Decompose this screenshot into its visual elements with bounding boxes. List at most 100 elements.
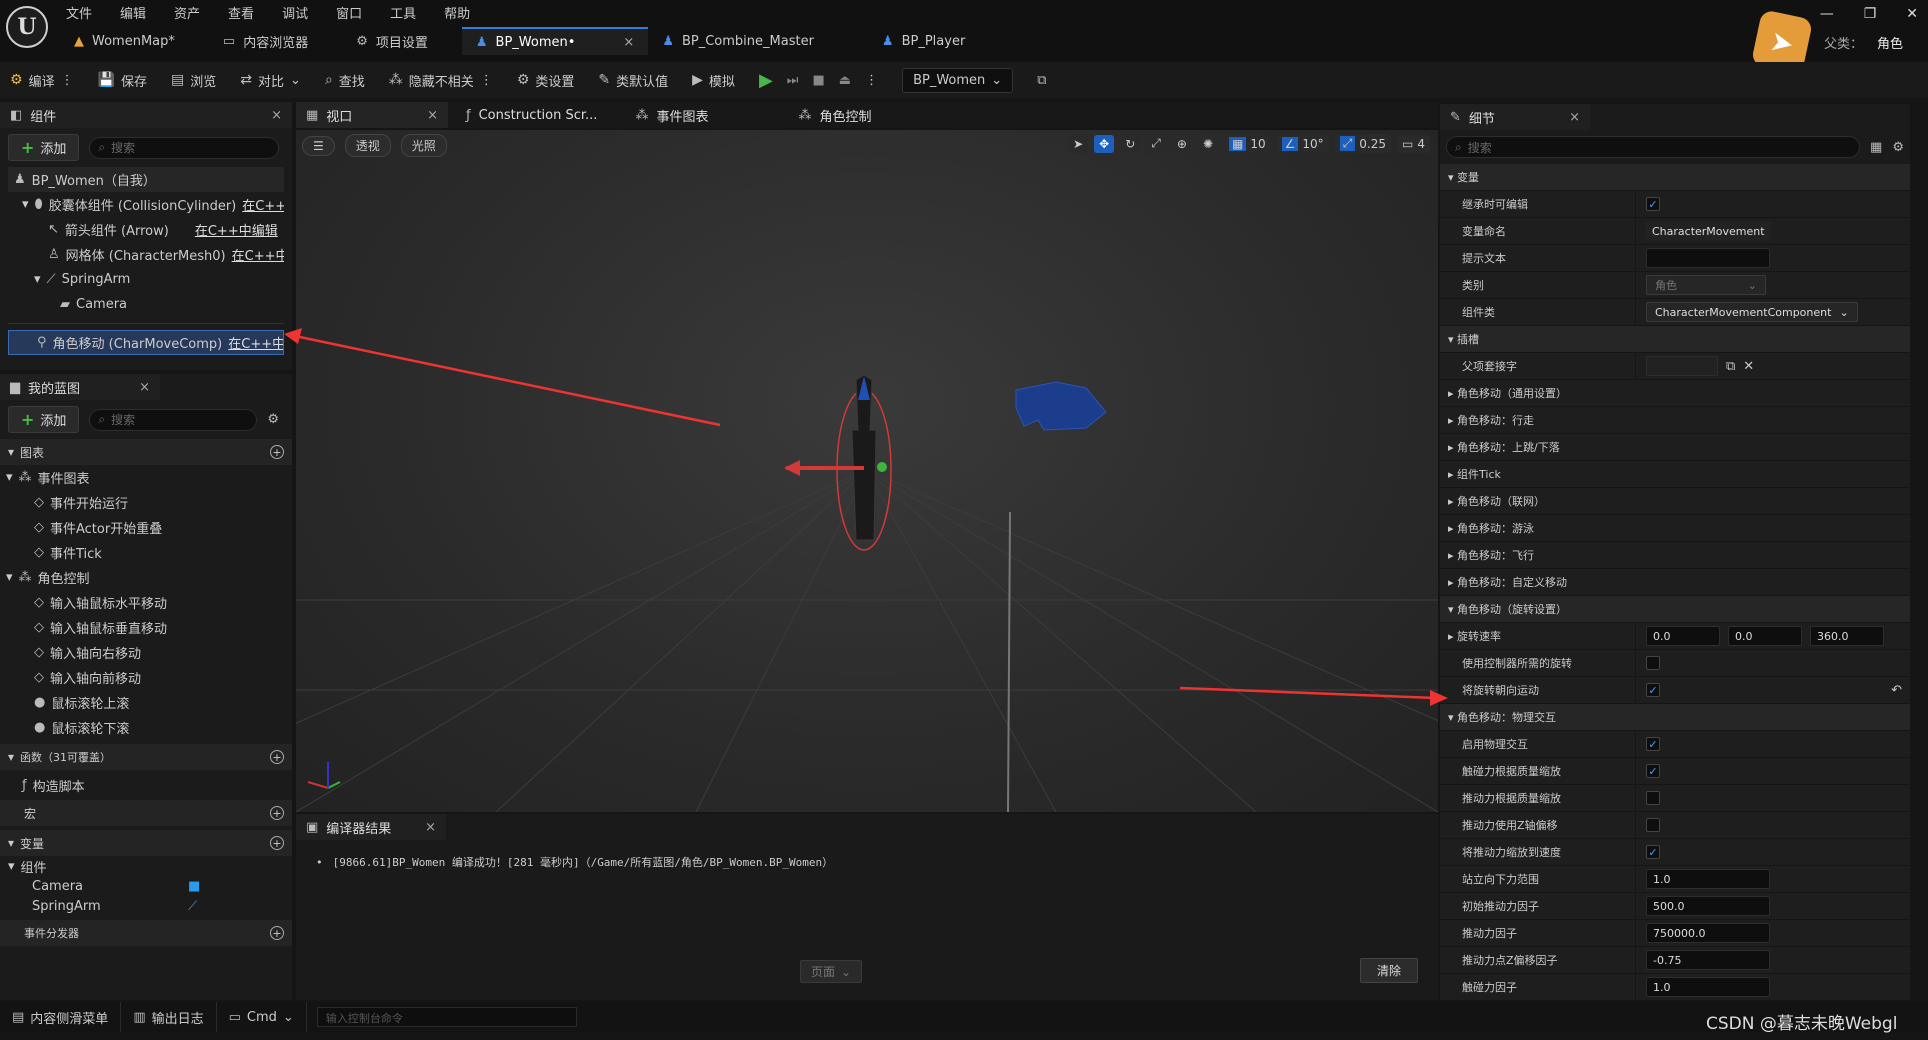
- close-icon[interactable]: ×: [623, 35, 634, 50]
- save-button[interactable]: 💾 保存: [98, 71, 147, 90]
- tab-event-graph[interactable]: ⁂ 事件图表: [625, 102, 718, 128]
- vector-component-input[interactable]: 360.0: [1810, 626, 1884, 646]
- event-item[interactable]: ◇ 事件Actor开始重叠: [6, 515, 286, 540]
- browse-socket-icon[interactable]: ⧉: [1726, 359, 1735, 374]
- select-tool-icon[interactable]: ➤: [1068, 134, 1089, 153]
- more-icon[interactable]: ⋮: [61, 73, 74, 88]
- diff-button[interactable]: ⇄ 对比 ⌄: [240, 71, 301, 90]
- my-blueprint-tab[interactable]: ▆ 我的蓝图 ×: [0, 374, 160, 400]
- details-subcategory[interactable]: ▸ 角色移动（通用设置）: [1440, 380, 1910, 407]
- collapse-icon[interactable]: ▾: [22, 197, 29, 212]
- collapse-icon[interactable]: ▾: [1448, 333, 1457, 346]
- hide-unrelated-button[interactable]: ⁂ 隐藏不相关 ⋮: [389, 71, 493, 90]
- close-icon[interactable]: ×: [427, 108, 438, 123]
- my-blueprint-search-input[interactable]: ⌕ 搜索: [89, 408, 258, 431]
- details-subcategory[interactable]: ▸ 角色移动：上跳/下落: [1440, 434, 1910, 461]
- table-view-icon[interactable]: ▦: [1870, 140, 1882, 155]
- input-event-item[interactable]: ● 鼠标滚轮上滚: [6, 690, 286, 715]
- translate-tool-icon[interactable]: ✥: [1094, 134, 1115, 153]
- restore-icon[interactable]: ❐: [1864, 6, 1877, 22]
- world-space-icon[interactable]: ⊕: [1171, 134, 1192, 153]
- input-event-item[interactable]: ◇ 输入轴鼠标水平移动: [6, 590, 286, 615]
- property-input[interactable]: 1.0: [1646, 977, 1770, 997]
- doc-tab-bp-women[interactable]: ♟ BP_Women• ×: [461, 27, 649, 55]
- details-category[interactable]: ▾ 变量: [1440, 164, 1910, 191]
- component-springarm[interactable]: ▾ ⟋ SpringArm: [8, 267, 284, 292]
- expand-icon[interactable]: ▸: [1448, 414, 1457, 427]
- edit-in-cpp-link[interactable]: 在C++中编: [228, 333, 283, 352]
- doc-tab-bp-combine-master[interactable]: ♟ BP_Combine_Master: [648, 27, 828, 55]
- component-arrow[interactable]: ↖ 箭头组件 (Arrow) 在C++中编辑: [8, 217, 284, 242]
- details-subcategory[interactable]: ▸ 角色移动：自定义移动: [1440, 569, 1910, 596]
- component-capsule[interactable]: ▾⬮胶囊体组件 (CollisionCylinder)在C++中: [8, 192, 284, 217]
- menu-view[interactable]: 查看: [228, 3, 254, 22]
- compile-button[interactable]: ⚙ 编译 ⋮: [10, 71, 74, 90]
- lit-button[interactable]: 光照: [400, 134, 447, 157]
- menu-edit[interactable]: 编辑: [120, 3, 146, 22]
- components-var-group[interactable]: ▾ 组件: [0, 856, 292, 876]
- tab-char-control[interactable]: ⁂ 角色控制: [788, 102, 881, 128]
- input-event-item[interactable]: ● 鼠标滚轮下滚: [6, 715, 286, 740]
- event-graph-item[interactable]: ▾ ⁂ 事件图表: [6, 465, 286, 490]
- class-defaults-button[interactable]: ✎ 类默认值: [598, 71, 668, 90]
- functions-section[interactable]: ▾ 函数（31可覆盖） +: [0, 744, 292, 770]
- input-event-item[interactable]: ◇ 输入轴向右移动: [6, 640, 286, 665]
- page-select[interactable]: 页面 ⌄: [800, 960, 863, 983]
- component-root[interactable]: ♟ BP_Women（自我）: [8, 167, 284, 192]
- details-subcategory[interactable]: ▸ 角色移动：飞行: [1440, 542, 1910, 569]
- browse-button[interactable]: ▤ 浏览: [171, 71, 216, 90]
- debug-browse-icon[interactable]: ⧉: [1037, 73, 1046, 88]
- add-graph-icon[interactable]: +: [270, 445, 284, 459]
- expand-icon[interactable]: ▸: [1448, 468, 1457, 481]
- property-checkbox[interactable]: ✓: [1646, 737, 1660, 751]
- dispatchers-section[interactable]: 事件分发器 +: [0, 920, 292, 946]
- content-drawer-button[interactable]: ▤ 内容侧滑菜单: [0, 1002, 122, 1032]
- reset-to-default-icon[interactable]: ↶: [1891, 683, 1902, 698]
- perspective-button[interactable]: 透视: [344, 134, 391, 157]
- close-window-icon[interactable]: ✕: [1906, 6, 1918, 22]
- property-input[interactable]: [1646, 248, 1770, 268]
- vector-component-input[interactable]: 0.0: [1646, 626, 1720, 646]
- add-component-button[interactable]: + 添加: [8, 134, 80, 161]
- eject-icon[interactable]: ⏏: [839, 73, 851, 88]
- doc-tab-content-browser[interactable]: ▭ 内容浏览器: [209, 27, 322, 55]
- components-tab[interactable]: ◧ 组件 ×: [0, 102, 292, 128]
- doc-tab-womenmap[interactable]: ▲ WomenMap*: [60, 27, 189, 55]
- minimize-icon[interactable]: —: [1820, 6, 1834, 22]
- details-category[interactable]: ▾ 插槽: [1440, 326, 1910, 353]
- step-icon[interactable]: ⏭: [787, 73, 799, 88]
- property-dropdown[interactable]: 角色 ⌄: [1646, 275, 1766, 295]
- details-category[interactable]: ▾ 角色移动（旋转设置）: [1440, 596, 1910, 623]
- socket-field[interactable]: [1646, 356, 1718, 376]
- grid-snap-toggle[interactable]: ▦ 10: [1224, 134, 1271, 153]
- collapse-icon[interactable]: ▾: [1448, 171, 1457, 184]
- menu-window[interactable]: 窗口: [336, 3, 362, 22]
- viewport[interactable]: ☰ 透视 光照 ➤ ✥ ↻ ⤢ ⊕ ✺ ▦ 10 ∠ 10° ⤢ 0.25 ▭ 4: [296, 130, 1438, 812]
- parent-class-value[interactable]: 角色: [1877, 33, 1903, 52]
- expand-icon[interactable]: ▸: [1448, 522, 1457, 535]
- details-subcategory[interactable]: ▸ 角色移动：游泳: [1440, 515, 1910, 542]
- cmd-select[interactable]: ▭ Cmd ⌄: [217, 1002, 307, 1032]
- input-event-item[interactable]: ◇ 输入轴鼠标垂直移动: [6, 615, 286, 640]
- surface-snap-icon[interactable]: ✺: [1197, 134, 1219, 153]
- property-checkbox[interactable]: ✓: [1646, 683, 1660, 697]
- collapse-icon[interactable]: ▾: [1448, 603, 1457, 616]
- tab-construction-script[interactable]: ƒ Construction Scr...: [456, 102, 607, 128]
- event-item[interactable]: ◇ 事件Tick: [6, 540, 286, 565]
- add-function-icon[interactable]: +: [270, 750, 284, 764]
- stop-icon[interactable]: ■: [812, 73, 824, 88]
- tab-viewport[interactable]: ▦ 视口 ×: [296, 102, 448, 128]
- clear-button[interactable]: 清除: [1360, 958, 1419, 983]
- class-settings-button[interactable]: ⚙ 类设置: [517, 71, 575, 90]
- construction-script-item[interactable]: ƒ 构造脚本: [0, 770, 292, 800]
- property-dropdown[interactable]: CharacterMovementComponent ⌄: [1646, 302, 1858, 322]
- variables-section[interactable]: ▾ 变量 +: [0, 830, 292, 856]
- doc-tab-project-settings[interactable]: ⚙ 项目设置: [342, 27, 442, 55]
- scale-snap-toggle[interactable]: ⤢ 0.25: [1334, 134, 1392, 153]
- output-log-button[interactable]: ▥ 输出日志: [121, 1002, 217, 1032]
- expand-icon[interactable]: ▸: [1448, 576, 1457, 589]
- variable-item[interactable]: Camera ■: [0, 876, 292, 896]
- simulate-button[interactable]: ▶ 模拟: [692, 71, 735, 90]
- menu-asset[interactable]: 资产: [174, 3, 200, 22]
- add-macro-icon[interactable]: +: [270, 806, 284, 820]
